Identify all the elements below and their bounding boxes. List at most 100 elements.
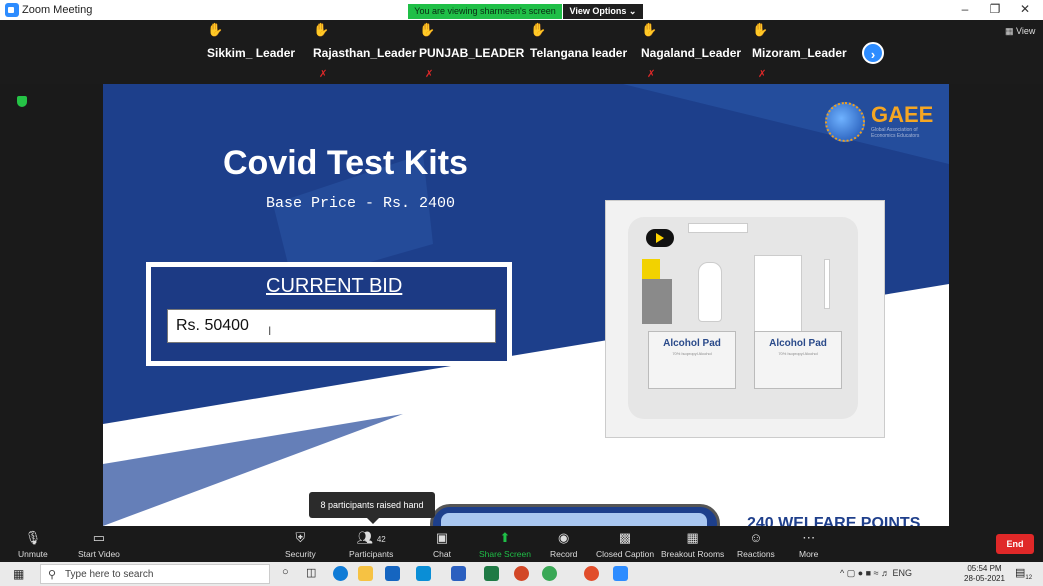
participant-tile[interactable]: ✋ Nagaland_Leader ✗ [641,20,751,82]
word-icon[interactable] [451,566,466,581]
muted-mic-icon: ✗ [425,69,434,80]
dropper [824,259,830,309]
gaee-logo: GAEE Global Association of Economics Edu… [823,100,943,150]
swab-tag-icon [646,229,674,247]
participant-name: PUNJAB_LEADER [419,46,525,60]
participant-name: Nagaland_Leader [641,46,742,60]
raised-hand-icon: ✋ [419,22,436,37]
alcohol-pad-right: Alcohol Pad 70% Isopropyl Alcohol [754,331,842,389]
bid-input-field: Rs. 50400 I [167,309,496,343]
file-explorer-icon[interactable] [358,566,373,581]
share-screen-icon: ⬆ [499,530,511,545]
grid-icon: ▦ [1005,26,1014,36]
participants-icon: 👥︎ 42 [356,530,386,545]
participant-tile[interactable]: ✋ PUNJAB_LEADER ✗ [419,20,529,82]
more-button[interactable]: ⋯ More [799,530,818,559]
unmute-button[interactable]: 🎙︎ Unmute [18,530,48,559]
video-off-icon: ▭ [92,530,106,545]
viewing-banner: You are viewing sharmeen's screen [408,4,562,19]
alcohol-pad-left: Alcohol Pad 70% Isopropyl Alcohol [648,331,736,389]
participant-name: Telangana leader [530,46,628,60]
logo-brand: GAEE [871,102,934,127]
participant-name: Rajasthan_Leader [313,46,417,60]
bid-value: Rs. 50400 [176,317,249,334]
task-view-icon[interactable]: ◫ [306,566,321,581]
bottom-pill-shape [430,504,720,526]
window-title: Zoom Meeting [22,4,93,16]
record-button[interactable]: ◉ Record [550,530,577,559]
raised-hand-icon: ✋ [530,22,547,37]
tube-holder [642,279,672,324]
record-icon: ◉ [558,530,570,545]
more-icon: ⋯ [802,530,816,545]
cc-icon: ▩ [618,530,632,545]
minimize-icon[interactable]: – [955,2,975,16]
test-kit-image: Alcohol Pad 70% Isopropyl Alcohol Alcoho… [605,200,885,438]
text-cursor-icon: I [268,324,272,338]
taskbar-clock[interactable]: 05:54 PM 28-05-2021 [964,564,1005,584]
globe-icon [825,102,865,142]
chat-button[interactable]: ▣ Chat [433,530,451,559]
view-options-button[interactable]: View Options ⌄ [563,4,643,19]
zoom-logo-icon [5,3,19,17]
muted-mic-icon: ✗ [319,69,328,80]
edge-icon[interactable] [333,566,348,581]
slide-title: Covid Test Kits [223,144,468,182]
participants-button[interactable]: 👥︎ 42 Participants [349,530,393,559]
search-icon: ⚲ [48,569,57,581]
raised-hand-icon: ✋ [313,22,330,37]
end-meeting-button[interactable]: End [996,534,1034,554]
current-bid-label: CURRENT BID [266,275,403,297]
participant-name: Mizoram_Leader [752,46,847,60]
cortana-icon[interactable]: ○ [282,566,297,581]
meeting-toolbar: 🎙︎ Unmute ▭ Start Video ⛨ Security 👥︎ 42… [0,526,1043,562]
welfare-points-text: 240 WELFARE POINTS [747,515,921,526]
zoom-taskbar-icon[interactable] [613,566,628,581]
slide-subtitle: Base Price - Rs. 2400 [266,195,456,212]
windows-taskbar: ▦ ⚲ Type here to search ○ ◫ ^ ▢ ● ■ ≈ ♬ … [0,562,1043,586]
reactions-button[interactable]: ☺ Reactions [737,530,775,559]
chrome-icon[interactable] [584,566,599,581]
participant-name: Sikkim_ Leader [207,46,296,60]
raised-hand-icon: ✋ [641,22,658,37]
participant-tile[interactable]: ✋ Rajasthan_Leader ✗ [313,20,423,82]
closed-caption-button[interactable]: ▩ Closed Caption [596,530,654,559]
start-video-button[interactable]: ▭ Start Video [78,530,120,559]
current-bid-box: CURRENT BID Rs. 50400 I [146,262,512,366]
shared-screen-slide: GAEE Global Association of Economics Edu… [103,84,949,526]
breakout-rooms-button[interactable]: ▦ Breakout Rooms [661,530,724,559]
chat-icon: ▣ [435,530,449,545]
store-icon[interactable] [416,566,431,581]
buffer-bottle [698,262,722,322]
test-cassette [754,255,802,339]
reactions-icon: ☺ [749,530,763,545]
next-page-arrow-icon[interactable]: › [862,42,884,64]
system-tray[interactable]: ^ ▢ ● ■ ≈ ♬ ENG [840,568,912,579]
raised-hand-toast: 8 participants raised hand [309,492,435,524]
mail-icon[interactable] [385,566,400,581]
windows-start-icon[interactable]: ▦ [13,567,24,581]
close-icon[interactable]: ✕ [1015,2,1035,16]
view-button[interactable]: ▦ View [1005,26,1035,37]
participant-tile[interactable]: ✋ Telangana leader [530,20,640,82]
tube-cap [642,259,660,279]
participant-tile[interactable]: ✋ Sikkim_ Leader [207,20,317,82]
powerpoint-icon[interactable] [514,566,529,581]
share-screen-button[interactable]: ⬆ Share Screen [479,530,531,559]
logo-tagline: Global Association of Economics Educator… [871,127,920,139]
muted-mic-icon: ✗ [647,69,656,80]
notification-icon[interactable]: ▤12 [1015,566,1032,581]
window-titlebar: Zoom Meeting You are viewing sharmeen's … [0,0,1043,20]
shield-icon: ⛨ [295,530,306,545]
breakout-rooms-icon: ▦ [686,530,699,545]
encryption-shield-icon[interactable] [17,96,27,107]
swab-packet [688,223,748,233]
raised-hand-icon: ✋ [207,22,224,37]
raised-hand-icon: ✋ [752,22,769,37]
restore-icon[interactable]: ❐ [985,2,1005,16]
participant-tile[interactable]: ✋ Mizoram_Leader ✗ [752,20,862,82]
app-icon[interactable] [542,566,557,581]
taskbar-search[interactable]: ⚲ Type here to search [40,564,270,584]
security-button[interactable]: ⛨ Security [285,530,316,559]
excel-icon[interactable] [484,566,499,581]
